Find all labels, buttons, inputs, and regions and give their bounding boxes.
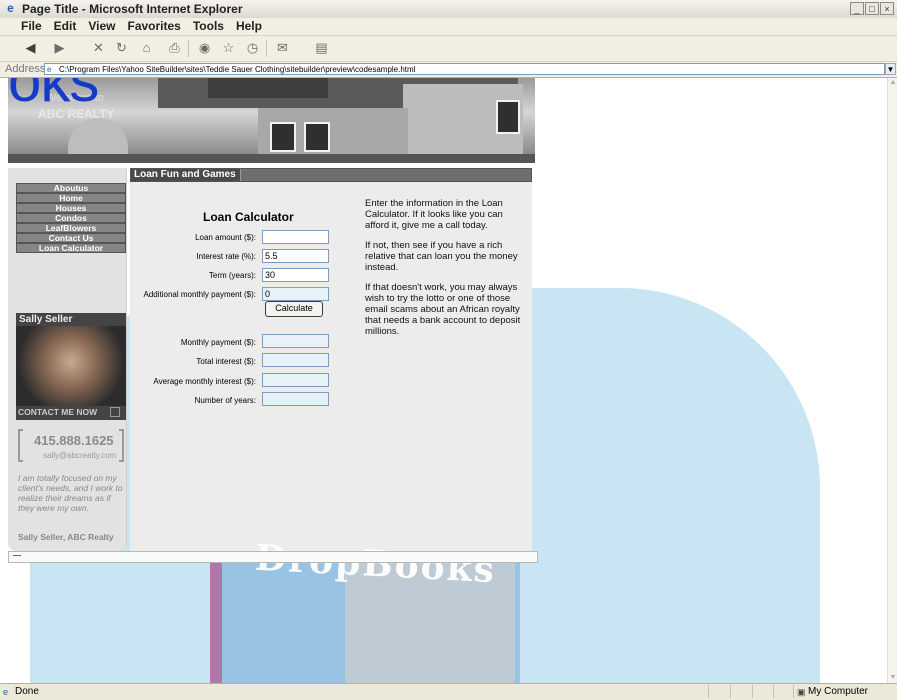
menu-view[interactable]: View xyxy=(82,18,121,34)
site: Welcome to ABC REALTY oks Aboutus Home H… xyxy=(8,78,535,551)
menu-file[interactable]: File xyxy=(15,18,48,34)
term-label: Term (years): xyxy=(208,271,256,280)
page-done-icon: e xyxy=(3,687,9,697)
agent-phone: 415.888.1625 xyxy=(34,433,114,448)
additional-payment-input[interactable]: 0 xyxy=(262,287,329,301)
forward-icon[interactable]: ▶ xyxy=(50,39,69,57)
folder-icon[interactable]: ▤ xyxy=(312,39,331,57)
stop-icon[interactable]: ✕ xyxy=(89,39,108,57)
left-column: Aboutus Home Houses Condos LeafBlowers C… xyxy=(8,168,127,551)
menu-tools[interactable]: Tools xyxy=(187,18,230,34)
agent-quote: I am totally focused on my client's need… xyxy=(18,473,123,513)
media-icon[interactable]: ◉ xyxy=(195,39,214,57)
interest-rate-label: Interest rate (%): xyxy=(196,252,256,261)
back-icon[interactable]: ◀ xyxy=(21,39,40,57)
section-header: Loan Fun and Games xyxy=(130,168,532,182)
number-of-years-label: Number of years: xyxy=(194,396,256,405)
address-bar: Address e C:\Program Files\Yahoo SiteBui… xyxy=(0,62,897,78)
agent-photo xyxy=(16,326,126,406)
mail-icon[interactable]: ✉ xyxy=(273,39,292,57)
interest-rate-input[interactable]: 5.5 xyxy=(262,249,329,263)
right-bracket-icon xyxy=(119,429,124,462)
nav-aboutus[interactable]: Aboutus xyxy=(16,183,126,193)
page-icon: e xyxy=(47,65,52,74)
scroll-up-icon[interactable]: ▲ xyxy=(888,78,897,88)
info-paragraph: If that doesn't work, you may always wis… xyxy=(365,282,521,337)
loan-amount-input[interactable] xyxy=(262,230,329,244)
header-bar xyxy=(8,154,535,163)
main-content: Loan Fun and Games Loan Calculator Loan … xyxy=(130,168,532,551)
page-footer-box xyxy=(8,551,538,563)
overlay-logo: oks xyxy=(8,78,99,114)
nav-leafblowers[interactable]: LeafBlowers xyxy=(16,223,126,233)
address-dropdown-icon[interactable]: ▼ xyxy=(885,63,896,75)
agent-email[interactable]: sally@abcrealty.com xyxy=(43,451,116,460)
avg-monthly-interest-label: Average monthly interest ($): xyxy=(153,377,256,386)
menu-edit[interactable]: Edit xyxy=(48,18,83,34)
close-button[interactable]: × xyxy=(880,2,894,15)
favorites-icon[interactable]: ☆ xyxy=(219,39,238,57)
address-label: Address xyxy=(5,63,46,75)
window-controls: _ □ × xyxy=(849,2,894,15)
status-text: Done xyxy=(15,686,39,697)
section-title: Loan Fun and Games xyxy=(131,169,241,181)
calculate-button[interactable]: Calculate xyxy=(265,301,323,317)
menu-help[interactable]: Help xyxy=(230,18,268,34)
print-icon[interactable]: ⎙ xyxy=(165,39,184,57)
contact-arrow-icon[interactable] xyxy=(110,407,120,417)
minimize-button[interactable]: _ xyxy=(850,2,864,15)
nav-condos[interactable]: Condos xyxy=(16,213,126,223)
contact-me-link[interactable]: CONTACT ME NOW xyxy=(18,407,97,417)
nav-houses[interactable]: Houses xyxy=(16,203,126,213)
scroll-down-icon[interactable]: ▼ xyxy=(888,673,897,683)
refresh-icon[interactable]: ↻ xyxy=(112,39,131,57)
left-bracket-icon xyxy=(18,429,23,462)
security-zone: My Computer xyxy=(808,686,869,697)
number-of-years-output[interactable] xyxy=(262,392,329,406)
info-paragraph: If not, then see if you have a rich rela… xyxy=(365,240,518,273)
collapse-icon xyxy=(13,555,21,558)
nav-home[interactable]: Home xyxy=(16,193,126,203)
menu-bar: File Edit View Favorites Tools Help xyxy=(0,18,897,36)
window-title: Page Title - Microsoft Internet Explorer xyxy=(22,2,243,16)
avg-monthly-interest-output[interactable] xyxy=(262,373,329,387)
nav-contact-us[interactable]: Contact Us xyxy=(16,233,126,243)
calculator-title: Loan Calculator xyxy=(203,210,294,224)
page-viewport: Welcome to ABC REALTY oks Aboutus Home H… xyxy=(0,78,887,683)
address-url: C:\Program Files\Yahoo SiteBuilder\sites… xyxy=(59,65,416,74)
maximize-button[interactable]: □ xyxy=(865,2,879,15)
phone-box: 415.888.1625 sally@abcrealty.com xyxy=(16,427,126,465)
info-paragraph: Enter the information in the Loan Calcul… xyxy=(365,198,503,231)
ie-logo-icon: e xyxy=(7,1,14,15)
toolbar: ◀ ▶ ✕ ↻ ⌂ ⎙ ◉ ☆ ◷ ✉ ▤ xyxy=(0,36,897,62)
monthly-payment-output[interactable] xyxy=(262,334,329,348)
address-input[interactable]: e C:\Program Files\Yahoo SiteBuilder\sit… xyxy=(44,63,885,75)
total-interest-output[interactable] xyxy=(262,353,329,367)
total-interest-label: Total interest ($): xyxy=(196,357,256,366)
agent-name: Sally Seller xyxy=(19,314,73,325)
home-icon[interactable]: ⌂ xyxy=(137,39,156,57)
nav-loan-calculator[interactable]: Loan Calculator xyxy=(16,243,126,253)
status-bar: e Done ▣ My Computer xyxy=(0,683,897,700)
additional-payment-label: Additional monthly payment ($): xyxy=(143,290,257,299)
menu-favorites[interactable]: Favorites xyxy=(121,18,186,34)
computer-icon: ▣ xyxy=(797,687,806,697)
vertical-scrollbar[interactable]: ▲ ▼ xyxy=(887,78,897,683)
loan-amount-label: Loan amount ($): xyxy=(195,233,256,242)
term-input[interactable]: 30 xyxy=(262,268,329,282)
agent-signoff: Sally Seller, ABC Realty xyxy=(18,532,114,542)
info-text: Enter the information in the Loan Calcul… xyxy=(365,198,525,346)
agent-card: Sally Seller CONTACT ME NOW xyxy=(16,313,126,420)
history-icon[interactable]: ◷ xyxy=(243,39,262,57)
title-bar: e Page Title - Microsoft Internet Explor… xyxy=(0,0,897,19)
monthly-payment-label: Monthly payment ($): xyxy=(180,338,256,347)
